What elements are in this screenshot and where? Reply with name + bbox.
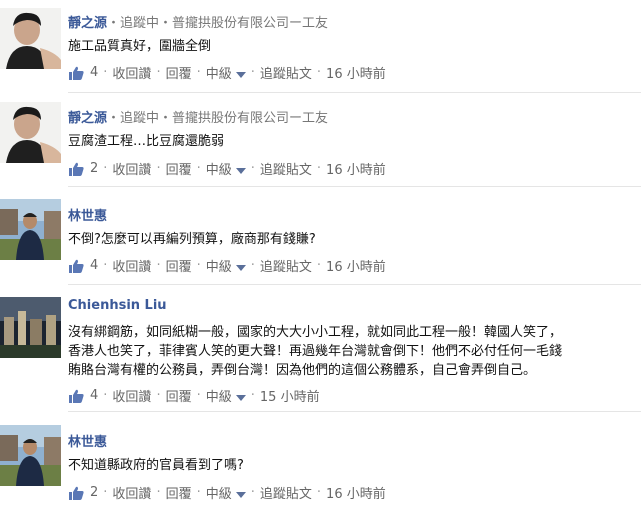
like-count: 4 [90,65,99,80]
unlike-link[interactable]: 收回讚 [112,63,151,82]
comment-text: 豆腐渣工程…比豆腐還脆弱 [68,134,225,149]
comment-5: 林世惠 不知道縣政府的官員看到了嗎? 2 · 收回讚 · 回覆 · 中級 · 追蹤貼文 ·… [0,412,641,506]
avatar[interactable] [0,297,61,358]
chevron-down-icon[interactable] [235,167,246,174]
comment-1: 靜之源・追蹤中・普攏拱股份有限公司ー工友 施工品質真好，圍牆全倒 4 · 收回讚 ·… [0,0,641,92]
avatar[interactable] [0,102,61,163]
comment-actions: 2 · 收回讚 · 回覆 · 中級 · 追蹤貼文 · 16 小時前 [68,159,386,178]
author-name[interactable]: 林世惠 [68,209,107,224]
comment-author[interactable]: 靜之源・追蹤中・普攏拱股份有限公司ー工友 [68,12,328,31]
reply-link[interactable]: 回覆 [166,256,192,275]
author-meta: ・追蹤中・普攏拱股份有限公司ー工友 [107,16,329,31]
level-label: 中級 [205,163,232,178]
level-dropdown[interactable]: 中級 [206,159,246,178]
like-count: 4 [90,258,99,273]
comment-text: 施工品質真好，圍牆全倒 [68,39,212,54]
author-meta: ・追蹤中・普攏拱股份有限公司ー工友 [107,111,329,126]
thumbs-up-icon[interactable] [68,162,86,176]
reply-link[interactable]: 回覆 [166,386,192,405]
avatar[interactable] [0,199,61,260]
comment-actions: 4 · 收回讚 · 回覆 · 中級 · 15 小時前 [68,386,320,405]
timestamp[interactable]: 16 小時前 [326,483,386,502]
chevron-down-icon[interactable] [235,394,246,401]
timestamp[interactable]: 16 小時前 [326,256,386,275]
unlike-link[interactable]: 收回讚 [112,256,151,275]
follow-post-link[interactable]: 追蹤貼文 [260,483,312,502]
like-count: 2 [90,485,99,500]
reply-link[interactable]: 回覆 [166,159,192,178]
comment-author[interactable]: 林世惠 [68,431,107,450]
level-label: 中級 [205,67,232,82]
comment-text-line-3: 賄賂台灣有權的公務員，弄倒台灣！因為他們的這個公務體系，自己會弄倒自己。 [68,363,537,378]
comment-text-line-1: 沒有綁鋼筋，如同紙糊一般，國家的大大小小工程，就如同此工程一般！韓國人笑了， [68,325,563,340]
follow-post-link[interactable]: 追蹤貼文 [260,159,312,178]
level-dropdown[interactable]: 中級 [206,63,246,82]
author-name[interactable]: 靜之源 [68,16,107,31]
author-name[interactable]: 靜之源 [68,111,107,126]
comment-text: 不知道縣政府的官員看到了嗎? [68,458,244,473]
chevron-down-icon[interactable] [235,264,246,271]
thumbs-up-icon[interactable] [68,259,86,273]
comment-author[interactable]: Chienhsin Liu [68,298,167,313]
comment-text: 不倒?怎麼可以再編列預算，廠商那有錢賺? [68,232,316,247]
comment-text-line-2: 香港人也笑了，菲律賓人笑的更大聲！再過幾年台灣就會倒下！他們不必付任何一毛錢 [68,344,563,359]
comment-author[interactable]: 林世惠 [68,205,107,224]
reply-link[interactable]: 回覆 [166,63,192,82]
thumbs-up-icon[interactable] [68,66,86,80]
author-name[interactable]: 林世惠 [68,435,107,450]
unlike-link[interactable]: 收回讚 [112,483,151,502]
unlike-link[interactable]: 收回讚 [112,159,151,178]
chevron-down-icon[interactable] [235,491,246,498]
level-label: 中級 [205,260,232,275]
follow-post-link[interactable]: 追蹤貼文 [260,256,312,275]
like-count: 2 [90,161,99,176]
comment-actions: 4 · 收回讚 · 回覆 · 中級 · 追蹤貼文 · 16 小時前 [68,256,386,275]
comment-actions: 2 · 收回讚 · 回覆 · 中級 · 追蹤貼文 · 16 小時前 [68,483,386,502]
avatar[interactable] [0,8,61,69]
level-dropdown[interactable]: 中級 [206,483,246,502]
thumbs-up-icon[interactable] [68,389,86,403]
comment-2: 靜之源・追蹤中・普攏拱股份有限公司ー工友 豆腐渣工程…比豆腐還脆弱 2 · 收回讚… [0,93,641,186]
level-dropdown[interactable]: 中級 [206,386,246,405]
comment-3: 林世惠 不倒?怎麼可以再編列預算，廠商那有錢賺? 4 · 收回讚 · 回覆 · 中級 ·… [0,187,641,283]
timestamp[interactable]: 16 小時前 [326,159,386,178]
thumbs-up-icon[interactable] [68,486,86,500]
timestamp[interactable]: 15 小時前 [260,386,320,405]
follow-post-link[interactable]: 追蹤貼文 [260,63,312,82]
unlike-link[interactable]: 收回讚 [112,386,151,405]
author-name[interactable]: Chienhsin Liu [68,298,167,313]
reply-link[interactable]: 回覆 [166,483,192,502]
level-dropdown[interactable]: 中級 [206,256,246,275]
comment-actions: 4 · 收回讚 · 回覆 · 中級 · 追蹤貼文 · 16 小時前 [68,63,386,82]
chevron-down-icon[interactable] [235,71,246,78]
comment-author[interactable]: 靜之源・追蹤中・普攏拱股份有限公司ー工友 [68,107,328,126]
like-count: 4 [90,388,99,403]
avatar[interactable] [0,425,61,486]
level-label: 中級 [205,487,232,502]
timestamp[interactable]: 16 小時前 [326,63,386,82]
comment-4: Chienhsin Liu 沒有綁鋼筋，如同紙糊一般，國家的大大小小工程，就如同… [0,285,641,411]
level-label: 中級 [205,390,232,405]
